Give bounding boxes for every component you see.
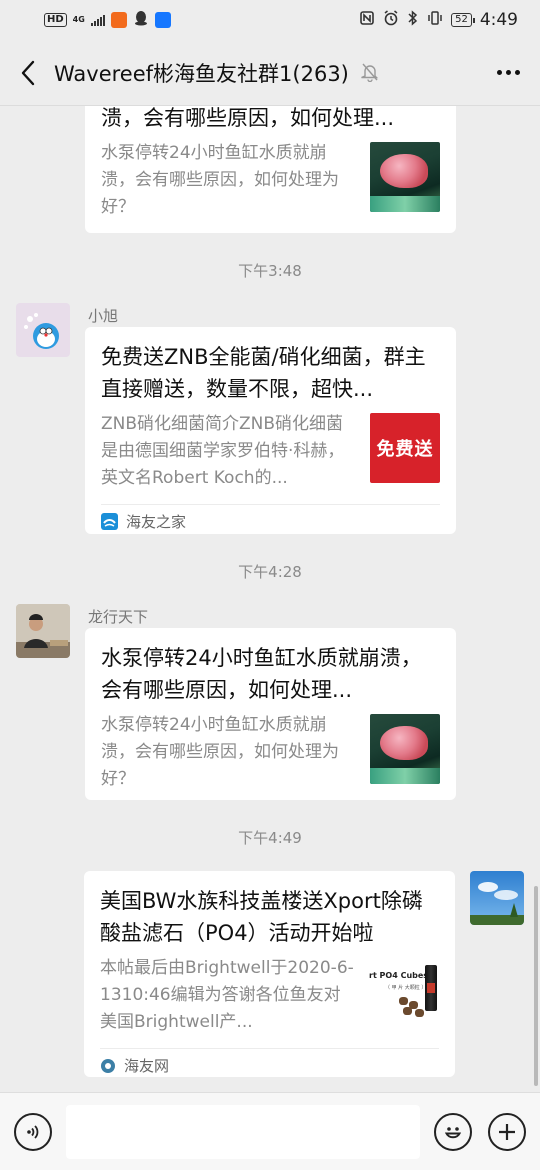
message-input[interactable] [66,1104,420,1159]
fish-thumbnail [370,142,440,212]
fish-thumbnail [370,714,440,784]
network-type-label: 4G [72,15,85,24]
nfc-icon [359,10,375,30]
source-name: 海友网 [124,1057,170,1075]
card-title: 水泵停转24小时鱼缸水质就崩溃，会有哪些原因，如何处理... [101,646,422,702]
bluetooth-icon [407,10,419,30]
vibrate-icon [427,10,443,30]
card-body: 水泵停转24小时鱼缸水质就崩溃，会有哪些原因，如何处理为好？ [85,134,456,221]
timestamp: 下午4:28 [238,563,302,581]
status-bar: HD 4G 52 4:49 [0,0,540,40]
alarm-icon [383,10,399,30]
card-body: ZNB硝化细菌简介ZNB硝化细菌是由德国细菌学家罗伯特·科赫，英文名Robert… [85,405,456,492]
muted-bell-icon [361,62,379,86]
link-card[interactable]: 美国BW水族科技盖楼送Xport除磷酸盐滤石（PO4）活动开始啦 本帖最后由Br… [84,871,455,1077]
hd-icon: HD [44,13,67,27]
taobao-icon [110,12,127,28]
alipay-icon [154,12,171,28]
emoji-icon[interactable] [434,1112,472,1151]
chevron-left-icon [21,60,35,85]
doraemon-avatar[interactable] [16,303,70,357]
scrollbar[interactable] [534,886,538,1086]
source-name: 海友之家 [126,513,187,531]
sender-name: 小旭 [88,307,119,325]
link-card[interactable]: 溃，会有哪些原因，如何处理... 水泵停转24小时鱼缸水质就崩溃，会有哪些原因，… [85,106,456,233]
card-title: 免费送ZNB全能菌/硝化细菌，群主直接赠送，数量不限，超快... [101,345,426,401]
link-card[interactable]: 免费送ZNB全能菌/硝化细菌，群主直接赠送，数量不限，超快... ZNB硝化细菌… [85,327,456,534]
input-bar [0,1092,540,1170]
card-source: 海友之家 [101,504,440,538]
card-source: 海友网 [100,1048,439,1082]
haiyouzhijia-icon [101,513,118,530]
more-dots-icon[interactable] [476,40,540,106]
status-left: HD 4G [44,10,171,30]
plus-icon[interactable] [488,1112,526,1151]
man-photo-avatar[interactable] [16,604,70,658]
link-card[interactable]: 水泵停转24小时鱼缸水质就崩溃，会有哪些原因，如何处理... 水泵停转24小时鱼… [85,628,456,800]
card-description: 水泵停转24小时鱼缸水质就崩溃，会有哪些原因，如何处理为好？ [101,715,339,789]
back-button[interactable] [0,40,56,106]
status-time: 4:49 [479,10,518,30]
po4-cubes-thumbnail: rt PO4 Cubes （ 甲 片 大颗粒 ） [369,957,439,1027]
chat-header: Wavereef彬海鱼友社群1(263) [0,40,540,106]
chat-messages[interactable]: 溃，会有哪些原因，如何处理... 水泵停转24小时鱼缸水质就崩溃，会有哪些原因，… [0,106,540,1092]
qq-icon [133,10,149,30]
timestamp: 下午3:48 [238,262,302,280]
status-right: 52 4:49 [359,10,518,30]
chat-title: Wavereef彬海鱼友社群1(263) [54,61,349,86]
card-description: 水泵停转24小时鱼缸水质就崩溃，会有哪些原因，如何处理为好？ [101,143,339,217]
sender-name: 龙行天下 [88,608,149,626]
card-description: 本帖最后由Brightwell于2020-6-1310:46编辑为答谢各位鱼友对… [100,958,354,1032]
card-body: 水泵停转24小时鱼缸水质就崩溃，会有哪些原因，如何处理为好？ [85,706,456,793]
haiyouwang-icon [101,1058,115,1073]
battery-icon: 52 [451,13,475,27]
sky-avatar[interactable] [470,871,524,925]
card-title: 溃，会有哪些原因，如何处理... [101,106,395,130]
thumbnail-subtext: （ 甲 片 大颗粒 ） [385,985,427,991]
thumbnail-text: rt PO4 Cubes [369,971,429,980]
timestamp: 下午4:49 [238,829,302,847]
free-gift-thumbnail: 免费送 [370,413,440,483]
card-title: 美国BW水族科技盖楼送Xport除磷酸盐滤石（PO4）活动开始啦 [100,889,423,945]
card-body: 本帖最后由Brightwell于2020-6-1310:46编辑为答谢各位鱼友对… [84,949,455,1036]
signal-icon [90,14,105,26]
voice-icon[interactable] [14,1112,52,1151]
card-description: ZNB硝化细菌简介ZNB硝化细菌是由德国细菌学家罗伯特·科赫，英文名Robert… [101,414,345,488]
